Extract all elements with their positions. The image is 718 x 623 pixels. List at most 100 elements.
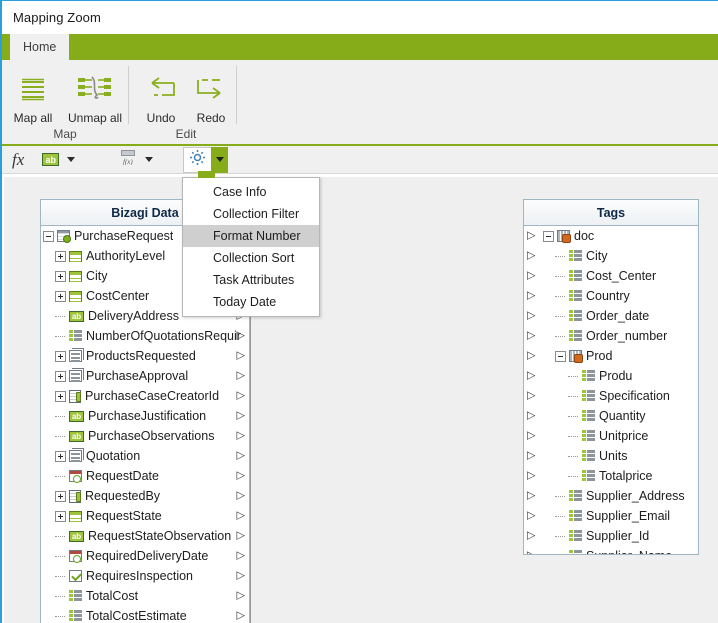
redo-label: Redo: [196, 111, 226, 125]
tree-row[interactable]: RequiresInspection ▷: [41, 566, 249, 586]
collapse-icon[interactable]: [43, 230, 54, 242]
map-arrow-icon[interactable]: ▷: [527, 550, 535, 554]
map-arrow-icon[interactable]: ▷: [237, 410, 245, 422]
ribbon-tab-strip: Home: [2, 34, 718, 60]
tree-row[interactable]: ▷ Supplier_Email: [524, 506, 698, 526]
menu-item-format-number[interactable]: Format Number: [183, 225, 319, 247]
map-arrow-icon[interactable]: ▷: [237, 550, 245, 562]
tree-row[interactable]: RequestState ▷: [41, 506, 249, 526]
map-arrow-icon[interactable]: ▷: [527, 250, 535, 262]
tree-row[interactable]: ab RequestStateObservation ▷: [41, 526, 249, 546]
tree-row[interactable]: ▷ City: [524, 246, 698, 266]
map-arrow-icon[interactable]: ▷: [237, 530, 245, 542]
tree-row[interactable]: NumberOfQuotationsRequir ▷: [41, 326, 249, 346]
menu-item-collection-sort[interactable]: Collection Sort: [183, 247, 319, 269]
tree-row[interactable]: ab PurchaseJustification ▷: [41, 406, 249, 426]
expand-icon[interactable]: [55, 370, 66, 382]
expand-icon[interactable]: [55, 350, 66, 362]
map-arrow-icon[interactable]: ▷: [527, 530, 535, 542]
map-arrow-icon[interactable]: ▷: [527, 490, 535, 502]
tree-row[interactable]: RequestDate ▷: [41, 466, 249, 486]
tab-home[interactable]: Home: [10, 34, 70, 60]
tags-tree[interactable]: ▷ doc ▷ City ▷ Cost_Center ▷ Country ▷ Order_date…: [524, 226, 698, 554]
tree-row[interactable]: ▷ Unitprice: [524, 426, 698, 446]
map-arrow-icon[interactable]: ▷: [237, 610, 245, 622]
expand-icon[interactable]: [55, 390, 66, 402]
map-arrow-icon[interactable]: ▷: [237, 590, 245, 602]
gear-button[interactable]: [183, 146, 212, 173]
map-arrow-icon[interactable]: ▷: [527, 370, 535, 382]
map-arrow-icon[interactable]: ▷: [527, 430, 535, 442]
map-arrow-icon[interactable]: ▷: [527, 330, 535, 342]
expand-icon[interactable]: [55, 250, 66, 262]
menu-item-task-attributes[interactable]: Task Attributes: [183, 269, 319, 291]
map-arrow-icon[interactable]: ▷: [527, 390, 535, 402]
map-arrow-icon[interactable]: ▷: [527, 510, 535, 522]
tree-row[interactable]: ▷ Supplier_Id: [524, 526, 698, 546]
tree-row[interactable]: ▷ Specification: [524, 386, 698, 406]
map-arrow-icon[interactable]: ▷: [237, 430, 245, 442]
map-arrow-icon[interactable]: ▷: [237, 570, 245, 582]
map-all-button[interactable]: Map all: [2, 64, 64, 125]
expand-icon[interactable]: [55, 510, 66, 522]
tree-row[interactable]: ▷ Units: [524, 446, 698, 466]
map-arrow-icon[interactable]: ▷: [527, 290, 535, 302]
tree-row[interactable]: ▷ doc: [524, 226, 698, 246]
map-arrow-icon[interactable]: ▷: [237, 490, 245, 502]
undo-button[interactable]: Undo: [136, 64, 186, 125]
expand-icon[interactable]: [55, 490, 66, 502]
tree-row[interactable]: ▷ Produ: [524, 366, 698, 386]
tree-row[interactable]: ▷ Order_number: [524, 326, 698, 346]
map-arrow-icon[interactable]: ▷: [237, 350, 245, 362]
tree-row[interactable]: ▷ Country: [524, 286, 698, 306]
map-arrow-icon[interactable]: ▷: [527, 410, 535, 422]
tree-row[interactable]: TotalCost ▷: [41, 586, 249, 606]
tree-row[interactable]: RequiredDeliveryDate ▷: [41, 546, 249, 566]
tree-row[interactable]: PurchaseApproval ▷: [41, 366, 249, 386]
table-icon: [69, 270, 82, 282]
collapse-icon[interactable]: [555, 350, 566, 362]
map-arrow-icon[interactable]: ▷: [527, 350, 535, 362]
tree-row[interactable]: ▷ Quantity: [524, 406, 698, 426]
redo-button[interactable]: Redo: [186, 64, 236, 125]
map-arrow-icon[interactable]: ▷: [527, 230, 535, 242]
fx-icon[interactable]: fx: [12, 150, 24, 170]
tree-row[interactable]: ProductsRequested ▷: [41, 346, 249, 366]
tree-row[interactable]: ▷ Supplier_Name: [524, 546, 698, 554]
map-arrow-icon[interactable]: ▷: [237, 510, 245, 522]
number-function-split-button[interactable]: f(x): [119, 149, 161, 170]
tree-row[interactable]: ▷ Order_date: [524, 306, 698, 326]
menu-item-collection-filter[interactable]: Collection Filter: [183, 203, 319, 225]
tree-row[interactable]: TotalCostEstimate ▷: [41, 606, 249, 623]
map-arrow-icon[interactable]: ▷: [527, 310, 535, 322]
map-arrow-icon[interactable]: ▷: [237, 450, 245, 462]
expand-icon[interactable]: [55, 450, 66, 462]
menu-item-case-info[interactable]: Case Info: [183, 181, 319, 203]
tree-row[interactable]: ▷ Supplier_Address: [524, 486, 698, 506]
map-arrow-icon[interactable]: ▷: [527, 450, 535, 462]
tree-row[interactable]: Quotation ▷: [41, 446, 249, 466]
unmap-all-button[interactable]: Unmap all: [64, 64, 126, 125]
tree-row[interactable]: ▷ Prod: [524, 346, 698, 366]
tree-row[interactable]: RequestedBy ▷: [41, 486, 249, 506]
gear-dropdown-button[interactable]: [211, 146, 229, 173]
collapse-icon[interactable]: [543, 230, 554, 242]
map-arrow-icon[interactable]: ▷: [237, 330, 245, 342]
map-arrow-icon[interactable]: ▷: [237, 370, 245, 382]
tree-node-label: Specification: [599, 389, 670, 403]
tree-row[interactable]: ab PurchaseObservations ▷: [41, 426, 249, 446]
expand-icon[interactable]: [55, 270, 66, 282]
expand-icon[interactable]: [55, 290, 66, 302]
tree-row[interactable]: ▷ Cost_Center: [524, 266, 698, 286]
menu-item-today-date[interactable]: Today Date: [183, 291, 319, 313]
tree-row[interactable]: ▷ Totalprice: [524, 466, 698, 486]
tree-node-label: RequiredDeliveryDate: [86, 549, 209, 563]
tree-node-label: City: [586, 249, 608, 263]
map-arrow-icon[interactable]: ▷: [237, 470, 245, 482]
undo-icon: [142, 70, 180, 110]
map-arrow-icon[interactable]: ▷: [527, 470, 535, 482]
map-arrow-icon[interactable]: ▷: [237, 390, 245, 402]
tree-row[interactable]: PurchaseCaseCreatorId ▷: [41, 386, 249, 406]
string-function-split-button[interactable]: ab: [42, 153, 83, 166]
map-arrow-icon[interactable]: ▷: [527, 270, 535, 282]
